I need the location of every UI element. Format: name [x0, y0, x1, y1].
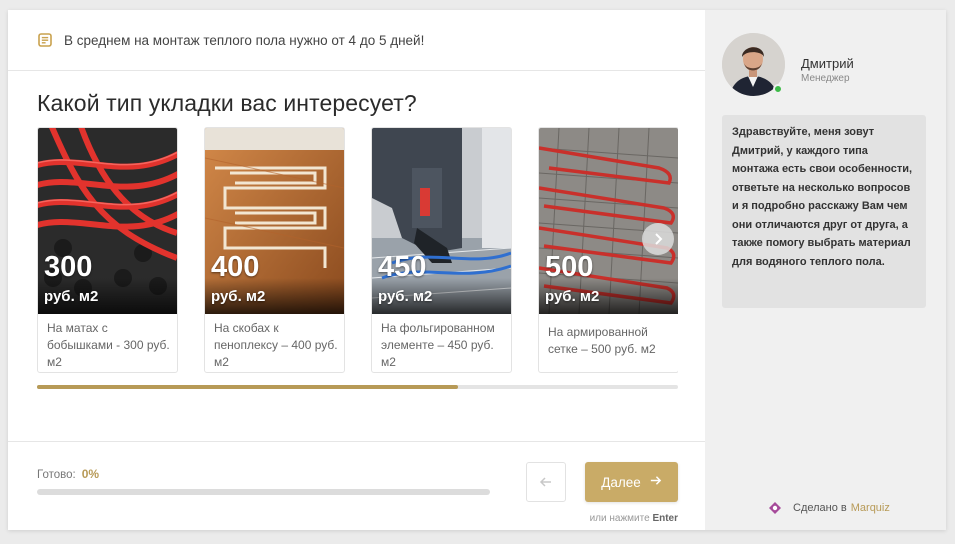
arrow-left-icon: [539, 477, 551, 487]
next-button[interactable]: Далее: [585, 462, 678, 502]
manager-message: Здравствуйте, меня зовут Дмитрий, у кажд…: [722, 115, 926, 308]
carousel-scroll-thumb[interactable]: [37, 385, 458, 389]
card-image-staples: 400 руб. м2: [205, 128, 344, 314]
card-label: На матах с бобышками - 300 руб. м2: [47, 321, 170, 369]
marquiz-logo-icon: [769, 502, 781, 514]
card-image-mats: 300 руб. м2: [38, 128, 177, 314]
enter-hint: или нажмите Enter: [585, 513, 678, 524]
quiz-frame: В среднем на монтаж теплого пола нужно о…: [8, 10, 946, 530]
carousel-next-button[interactable]: [642, 223, 674, 255]
answer-card-mats[interactable]: 300 руб. м2 На матах с бобышками - 300 р…: [37, 127, 178, 373]
card-label: На армированной сетке – 500 руб. м2: [548, 325, 656, 356]
credit-prefix: Сделано в: [793, 502, 847, 514]
answer-options: 300 руб. м2 На матах с бобышками - 300 р…: [37, 127, 678, 377]
manager-sidebar: Дмитрий Менеджер Здравствуйте, меня зову…: [705, 10, 946, 530]
chevron-right-icon: [655, 233, 663, 245]
manager-name: Дмитрий: [801, 56, 854, 71]
quiz-main-panel: В среднем на монтаж теплого пола нужно о…: [8, 10, 705, 530]
card-unit: руб. м2: [211, 288, 266, 305]
answer-card-staples[interactable]: 400 руб. м2 На скобах к пеноплексу – 400…: [204, 127, 345, 373]
credit-brand[interactable]: Marquiz: [851, 502, 890, 514]
list-note-icon: [38, 33, 52, 47]
made-in-credit[interactable]: Сделано в Marquiz: [769, 502, 890, 514]
notice-text: В среднем на монтаж теплого пола нужно о…: [64, 32, 425, 48]
online-status-dot: [773, 84, 783, 94]
info-notice: В среднем на монтаж теплого пола нужно о…: [8, 10, 705, 71]
ready-percent: 0%: [81, 467, 100, 481]
back-button[interactable]: [526, 462, 566, 502]
ready-label: Готово:: [37, 469, 76, 481]
manager-role: Менеджер: [801, 73, 850, 84]
enter-hint-prefix: или нажмите: [589, 513, 650, 524]
progress-bar: [37, 489, 490, 495]
progress-label: Готово: 0%: [37, 467, 99, 481]
next-button-label: Далее: [601, 474, 641, 490]
card-price: 500: [545, 251, 594, 283]
answer-card-foil[interactable]: 450 руб. м2 На фольгированном элементе –…: [371, 127, 512, 373]
card-image-mesh: 500 руб. м2: [539, 128, 678, 314]
card-unit: руб. м2: [44, 288, 99, 305]
quiz-footer: Готово: 0% Далее или нажмите Enter: [8, 441, 705, 530]
arrow-right-icon: [649, 474, 662, 490]
card-image-foil: 450 руб. м2: [372, 128, 511, 314]
card-unit: руб. м2: [378, 288, 433, 305]
card-label: На фольгированном элементе – 450 руб. м2: [381, 321, 495, 369]
card-price: 450: [378, 251, 427, 283]
carousel-scrollbar[interactable]: [37, 385, 678, 389]
enter-hint-key: Enter: [652, 513, 678, 524]
card-label: На скобах к пеноплексу – 400 руб. м2: [214, 321, 338, 369]
card-price: 300: [44, 251, 93, 283]
card-price: 400: [211, 251, 260, 283]
question-title: Какой тип укладки вас интересует?: [37, 90, 417, 116]
card-unit: руб. м2: [545, 288, 600, 305]
